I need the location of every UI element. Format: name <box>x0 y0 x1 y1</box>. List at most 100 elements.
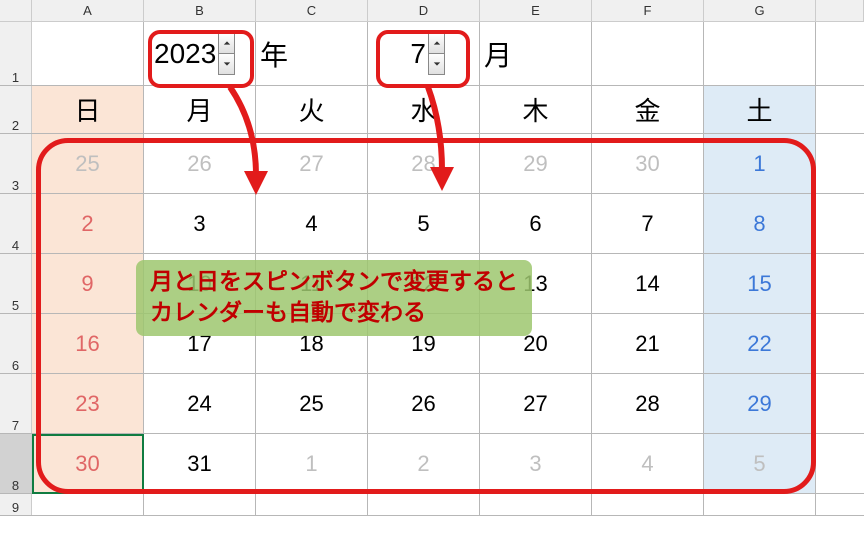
cell-B3[interactable]: 26 <box>144 134 256 193</box>
cell-D5[interactable]: 12 <box>368 254 480 313</box>
cell-D1[interactable]: 7 <box>368 22 480 85</box>
col-header-A[interactable]: A <box>32 0 144 21</box>
cell-extra-7[interactable] <box>816 374 864 433</box>
calendar-day: 3 <box>529 451 541 477</box>
cell-extra-9[interactable] <box>816 494 864 515</box>
month-spin-down[interactable] <box>429 54 444 74</box>
cell-C4[interactable]: 4 <box>256 194 368 253</box>
cell-A6[interactable]: 16 <box>32 314 144 373</box>
cell-G7[interactable]: 29 <box>704 374 816 433</box>
row-header-9[interactable]: 9 <box>0 494 32 515</box>
cell-extra-5[interactable] <box>816 254 864 313</box>
dayhdr-mon[interactable]: 月 <box>144 86 256 133</box>
cell-G5[interactable]: 15 <box>704 254 816 313</box>
cell-G3[interactable]: 1 <box>704 134 816 193</box>
cell-B1[interactable]: 2023 <box>144 22 256 85</box>
dayhdr-wed[interactable]: 水 <box>368 86 480 133</box>
cell-F4[interactable]: 7 <box>592 194 704 253</box>
row-header-7[interactable]: 7 <box>0 374 32 433</box>
row-header-5[interactable]: 5 <box>0 254 32 313</box>
row-header-2[interactable]: 2 <box>0 86 32 133</box>
cell-F7[interactable]: 28 <box>592 374 704 433</box>
cell-A7[interactable]: 23 <box>32 374 144 433</box>
cell-G6[interactable]: 22 <box>704 314 816 373</box>
cell-E6[interactable]: 20 <box>480 314 592 373</box>
cell-B8[interactable]: 31 <box>144 434 256 493</box>
cell-B7[interactable]: 24 <box>144 374 256 433</box>
dayhdr-sun[interactable]: 日 <box>32 86 144 133</box>
cell-E8[interactable]: 3 <box>480 434 592 493</box>
cell-E4[interactable]: 6 <box>480 194 592 253</box>
cell-D3[interactable]: 28 <box>368 134 480 193</box>
cell-A1[interactable] <box>32 22 144 85</box>
cell-G4[interactable]: 8 <box>704 194 816 253</box>
cell-extra-3[interactable] <box>816 134 864 193</box>
cell-C7[interactable]: 25 <box>256 374 368 433</box>
cell-E7[interactable]: 27 <box>480 374 592 433</box>
cell-E1[interactable]: 月 <box>480 22 592 85</box>
col-header-F[interactable]: F <box>592 0 704 21</box>
month-spin-up[interactable] <box>429 34 444 54</box>
cell-D4[interactable]: 5 <box>368 194 480 253</box>
cell-extra-6[interactable] <box>816 314 864 373</box>
cell-B6[interactable]: 17 <box>144 314 256 373</box>
dayhdr-tue[interactable]: 火 <box>256 86 368 133</box>
row-header-3[interactable]: 3 <box>0 134 32 193</box>
cell-G8[interactable]: 5 <box>704 434 816 493</box>
col-header-B[interactable]: B <box>144 0 256 21</box>
cell-extra-2[interactable] <box>816 86 864 133</box>
cell-F1[interactable] <box>592 22 704 85</box>
cell-F6[interactable]: 21 <box>592 314 704 373</box>
cell-F8[interactable]: 4 <box>592 434 704 493</box>
cell-F9[interactable] <box>592 494 704 515</box>
cell-extra-8[interactable] <box>816 434 864 493</box>
cell-G1[interactable] <box>704 22 816 85</box>
col-header-extra[interactable] <box>816 0 864 21</box>
cell-A9[interactable] <box>32 494 144 515</box>
cell-extra-1[interactable] <box>816 22 864 85</box>
cell-A4[interactable]: 2 <box>32 194 144 253</box>
calendar-day: 5 <box>417 211 429 237</box>
row-header-6[interactable]: 6 <box>0 314 32 373</box>
cell-D8[interactable]: 2 <box>368 434 480 493</box>
dayhdr-sat[interactable]: 土 <box>704 86 816 133</box>
col-header-C[interactable]: C <box>256 0 368 21</box>
cell-extra-4[interactable] <box>816 194 864 253</box>
cell-C5[interactable]: 11 <box>256 254 368 313</box>
cell-A5[interactable]: 9 <box>32 254 144 313</box>
cell-A8[interactable]: 30 <box>32 434 144 493</box>
col-header-E[interactable]: E <box>480 0 592 21</box>
cell-C1[interactable]: 年 <box>256 22 368 85</box>
cell-C3[interactable]: 27 <box>256 134 368 193</box>
cell-A3[interactable]: 25 <box>32 134 144 193</box>
cell-B4[interactable]: 3 <box>144 194 256 253</box>
cell-E3[interactable]: 29 <box>480 134 592 193</box>
row-header-1[interactable]: 1 <box>0 22 32 85</box>
cell-D6[interactable]: 19 <box>368 314 480 373</box>
row-header-4[interactable]: 4 <box>0 194 32 253</box>
cell-B9[interactable] <box>144 494 256 515</box>
cell-B5[interactable]: 10 <box>144 254 256 313</box>
month-value: 7 <box>390 38 428 70</box>
row-header-8[interactable]: 8 <box>0 434 32 493</box>
cell-F5[interactable]: 14 <box>592 254 704 313</box>
dayhdr-fri[interactable]: 金 <box>592 86 704 133</box>
cell-E5[interactable]: 13 <box>480 254 592 313</box>
col-header-G[interactable]: G <box>704 0 816 21</box>
cell-G9[interactable] <box>704 494 816 515</box>
cell-C8[interactable]: 1 <box>256 434 368 493</box>
dayhdr-thu[interactable]: 木 <box>480 86 592 133</box>
cell-D9[interactable] <box>368 494 480 515</box>
row-8: 8303112 3 45 <box>0 434 864 494</box>
year-spin-up[interactable] <box>219 34 234 54</box>
select-all-corner[interactable] <box>0 0 32 21</box>
caret-down-icon <box>433 61 441 67</box>
cell-F3[interactable]: 30 <box>592 134 704 193</box>
cell-C6[interactable]: 18 <box>256 314 368 373</box>
cell-C9[interactable] <box>256 494 368 515</box>
row-1: 1 2023 年 7 <box>0 22 864 86</box>
cell-D7[interactable]: 26 <box>368 374 480 433</box>
cell-E9[interactable] <box>480 494 592 515</box>
col-header-D[interactable]: D <box>368 0 480 21</box>
year-spin-down[interactable] <box>219 54 234 74</box>
